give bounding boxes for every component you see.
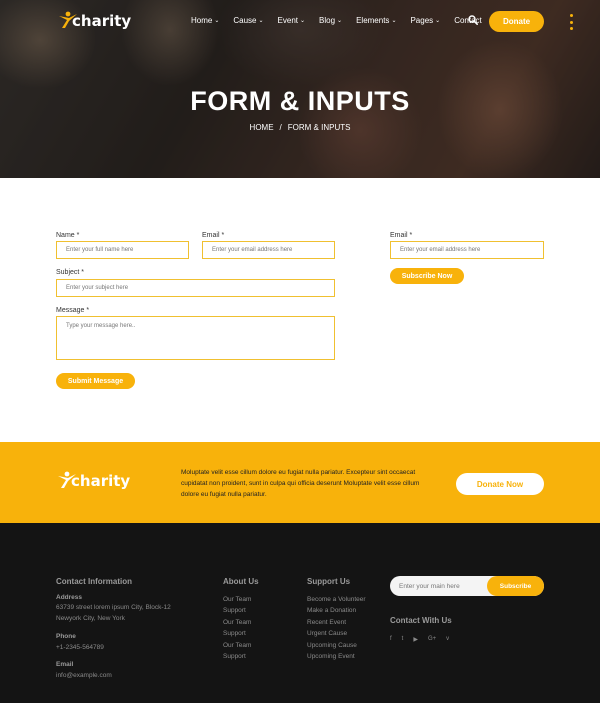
- contact-heading: Contact Information: [56, 577, 132, 586]
- subscribe-now-button[interactable]: Subscribe Now: [390, 268, 464, 284]
- address-line-1: 63739 street lorem ipsum City, Block-12: [56, 604, 171, 611]
- chevron-down-icon: ⌄: [300, 18, 306, 24]
- form-section: Name * Enter your full name here Email *…: [0, 178, 600, 442]
- page-title: FORM & INPUTS: [190, 86, 410, 116]
- support-link-upcoming-event[interactable]: Upcoming Event: [307, 653, 355, 660]
- address-label: Address: [56, 594, 83, 601]
- name-label: Name *: [56, 232, 80, 239]
- nav-item-home[interactable]: Home ⌄: [191, 16, 219, 25]
- about-link-our-team[interactable]: Our Team: [223, 619, 251, 626]
- breadcrumb-current: FORM & INPUTS: [287, 123, 351, 132]
- newsletter-form: Enter your main here Subscribe: [390, 576, 544, 596]
- breadcrumb-separator: /: [279, 123, 282, 132]
- contact-with-us-heading: Contact With Us: [390, 616, 452, 625]
- support-link-upcoming-cause[interactable]: Upcoming Cause: [307, 642, 357, 649]
- message-label: Message *: [56, 307, 90, 314]
- breadcrumb-home[interactable]: HOME: [250, 123, 274, 132]
- donate-cta-band: charity Moluptate velit esse cillum dolo…: [0, 442, 600, 523]
- about-heading: About Us: [223, 577, 259, 586]
- search-icon[interactable]: [468, 15, 478, 25]
- breadcrumb: HOME / FORM & INPUTS: [0, 123, 600, 132]
- about-link-our-team[interactable]: Our Team: [223, 596, 251, 603]
- support-link-urgent-cause[interactable]: Urgent Cause: [307, 630, 347, 637]
- support-link-donation[interactable]: Make a Donation: [307, 607, 356, 614]
- support-heading: Support Us: [307, 577, 351, 586]
- email-label-footer: Email: [56, 661, 74, 668]
- social-links: f t ▶ G+ v: [390, 636, 459, 643]
- newsletter-subscribe-button[interactable]: Subscribe: [487, 576, 544, 596]
- chevron-down-icon: ⌄: [435, 18, 441, 24]
- google-plus-icon[interactable]: G+: [428, 636, 436, 643]
- about-link-our-team[interactable]: Our Team: [223, 642, 251, 649]
- vertical-dots-icon[interactable]: [569, 14, 573, 30]
- chevron-down-icon: ⌄: [214, 18, 220, 24]
- nav-item-pages[interactable]: Pages ⌄: [410, 16, 440, 25]
- brand-name: charity: [72, 12, 132, 30]
- nav-item-event[interactable]: Event ⌄: [278, 16, 306, 25]
- cta-logo: charity: [57, 471, 130, 489]
- support-link-recent-event[interactable]: Recent Event: [307, 619, 346, 626]
- hero-banner: charity Home ⌄ Cause ⌄ Event ⌄ Blog ⌄ Elemen…: [0, 0, 600, 178]
- newsletter-input[interactable]: Enter your main here: [399, 576, 460, 596]
- cta-description: Moluptate velit esse cillum dolore eu fu…: [181, 469, 420, 498]
- chevron-down-icon: ⌄: [258, 18, 264, 24]
- email-address[interactable]: info@example.com: [56, 670, 112, 681]
- email-label: Email *: [202, 232, 225, 239]
- youtube-icon[interactable]: ▶: [413, 636, 418, 643]
- about-link-support[interactable]: Support: [223, 607, 246, 614]
- nav-item-elements[interactable]: Elements ⌄: [356, 16, 396, 25]
- nav-item-blog[interactable]: Blog ⌄: [319, 16, 342, 25]
- donate-now-button[interactable]: Donate Now: [456, 473, 544, 495]
- message-textarea[interactable]: Type your message here..: [56, 316, 335, 360]
- email-input[interactable]: Enter your email address here: [202, 241, 335, 259]
- facebook-icon[interactable]: f: [390, 636, 392, 643]
- brand-logo[interactable]: charity: [58, 11, 131, 29]
- address-line-2: Newyork City, New York: [56, 615, 125, 622]
- support-link-volunteer[interactable]: Become a Volunteer: [307, 596, 366, 603]
- chevron-down-icon: ⌄: [337, 18, 343, 24]
- about-link-support[interactable]: Support: [223, 653, 246, 660]
- phone-label: Phone: [56, 633, 76, 640]
- about-link-support[interactable]: Support: [223, 630, 246, 637]
- nav-menu: Home ⌄ Cause ⌄ Event ⌄ Blog ⌄ Elements ⌄ Page…: [191, 16, 496, 25]
- top-navigation: charity Home ⌄ Cause ⌄ Event ⌄ Blog ⌄ Elemen…: [0, 0, 600, 44]
- submit-message-button[interactable]: Submit Message: [56, 373, 135, 389]
- cta-logo-text: charity: [71, 472, 131, 490]
- vimeo-icon[interactable]: v: [446, 636, 449, 643]
- subject-input[interactable]: Enter your subject here: [56, 279, 335, 297]
- subscribe-email-input[interactable]: Enter your email address here: [390, 241, 544, 259]
- name-input[interactable]: Enter your full name here: [56, 241, 189, 259]
- chevron-down-icon: ⌄: [391, 18, 397, 24]
- subject-label: Subject *: [56, 269, 85, 276]
- donate-button[interactable]: Donate: [489, 11, 544, 32]
- footer: Contact Information Address 63739 street…: [0, 523, 600, 703]
- twitter-icon[interactable]: t: [402, 636, 404, 643]
- nav-item-cause[interactable]: Cause ⌄: [233, 16, 263, 25]
- phone-number: +1-2345-564789: [56, 644, 104, 651]
- subscribe-email-label: Email *: [390, 232, 413, 239]
